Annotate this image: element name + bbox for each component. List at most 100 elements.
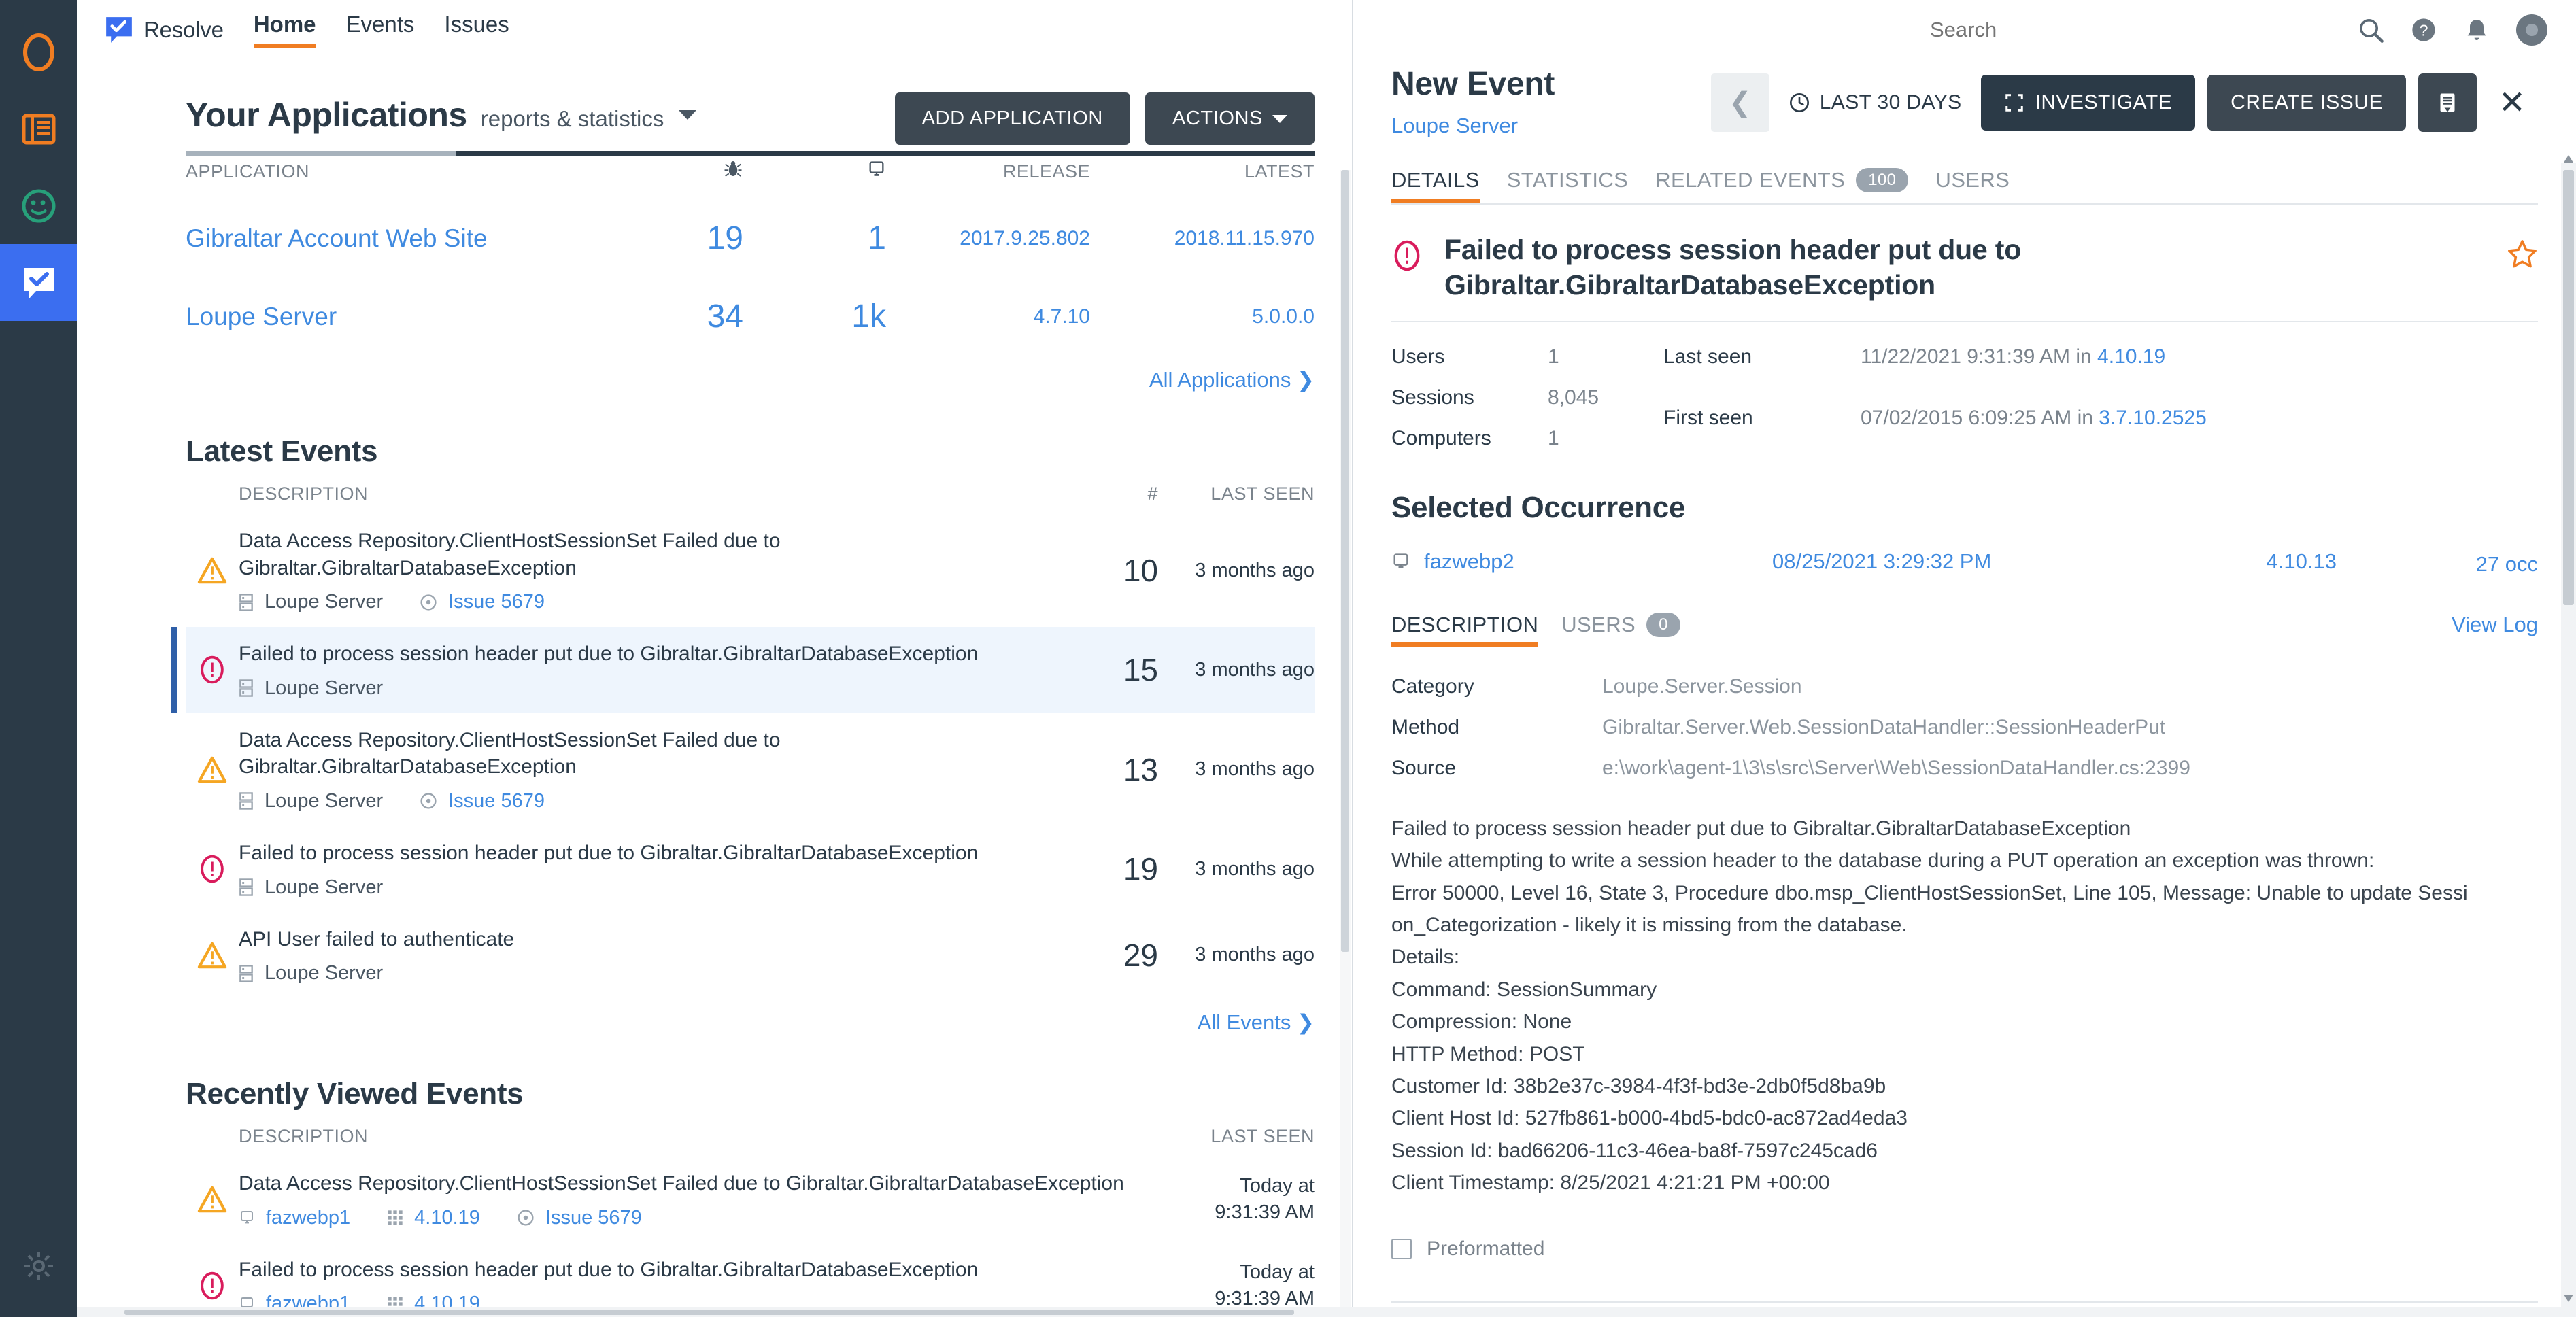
tab-related-events[interactable]: RELATED EVENTS 100 (1655, 168, 1909, 203)
detail-app-link[interactable]: Loupe Server (1391, 114, 1555, 138)
occurrence-version[interactable]: 4.10.13 (2112, 549, 2337, 574)
stat-label: Computers (1391, 426, 1491, 449)
all-applications-link[interactable]: All Applications ❯ (186, 356, 1315, 398)
application-release[interactable]: 2017.9.25.802 (886, 199, 1090, 277)
event-version-link[interactable]: 4.10.19 (414, 1207, 480, 1229)
table-row[interactable]: Gibraltar Account Web Site 19 1 2017.9.2… (186, 199, 1315, 277)
scrollbar-thumb[interactable] (124, 1310, 1294, 1315)
preformatted-toggle[interactable]: Preformatted (1391, 1237, 2538, 1261)
detail-actions: ❮ LAST 30 DAYS INVESTIGATE CREATE ISSUE … (1710, 73, 2538, 132)
tab-details-label: DETAILS (1391, 168, 1480, 192)
add-application-button[interactable]: ADD APPLICATION (894, 92, 1130, 145)
application-bug-count[interactable]: 34 (600, 277, 743, 356)
event-issue-link[interactable]: Issue 5679 (448, 790, 545, 813)
rail-item-settings[interactable] (0, 1235, 77, 1297)
event-last-seen: 3 months ago (1195, 758, 1315, 781)
occurrence-host[interactable]: fazwebp2 (1391, 549, 1772, 574)
application-latest[interactable]: 5.0.0.0 (1090, 277, 1315, 356)
favorite-star-icon[interactable] (2507, 239, 2538, 273)
detail-header: New Event Loupe Server ❮ LAST 30 DAYS IN… (1391, 0, 2538, 138)
nav-item-events[interactable]: Events (346, 12, 415, 48)
sub-tab-users[interactable]: USERS 0 (1561, 612, 1680, 647)
page-title: Your Applications (186, 96, 467, 134)
computer-icon (869, 161, 884, 176)
list-item[interactable]: API User failed to authenticate Loupe Se… (186, 912, 1315, 999)
rail-item-analytics[interactable] (0, 167, 77, 244)
stat-value-link[interactable]: 4.10.19 (2097, 345, 2165, 368)
nav-item-issues[interactable]: Issues (444, 12, 509, 48)
occurrence-count[interactable]: 27 occ (2337, 549, 2538, 580)
preformatted-checkbox[interactable] (1391, 1238, 1412, 1259)
application-latest[interactable]: 2018.11.15.970 (1090, 199, 1315, 277)
application-computer-count[interactable]: 1 (743, 199, 886, 277)
application-bug-count[interactable]: 19 (600, 199, 743, 277)
event-description: API User failed to authenticate (239, 927, 515, 951)
server-icon (239, 593, 253, 611)
horizontal-scrollbar[interactable] (77, 1307, 2576, 1317)
application-name[interactable]: Gibraltar Account Web Site (186, 199, 600, 277)
stat-value-text: 07/02/2015 6:09:25 AM in (1861, 406, 2099, 429)
computer-icon (1393, 553, 1408, 568)
event-issue-link[interactable]: Issue 5679 (448, 591, 545, 613)
chevron-down-icon[interactable] (679, 110, 697, 120)
tab-users[interactable]: USERS (1935, 168, 2010, 203)
scrollbar-thumb[interactable] (1341, 170, 1349, 952)
date-range-selector[interactable]: LAST 30 DAYS (1769, 91, 1981, 114)
list-item[interactable]: Failed to process session header put due… (186, 1243, 1315, 1317)
list-item[interactable]: Data Access Repository.ClientHostSession… (186, 514, 1315, 627)
actions-label: ACTIONS (1172, 107, 1263, 129)
rail-item-loupe-logo[interactable] (0, 14, 77, 90)
description-line: Failed to process session header put due… (1391, 817, 2131, 840)
stat-value-link[interactable]: 3.7.10.2525 (2099, 407, 2206, 429)
nav-item-home[interactable]: Home (253, 12, 316, 48)
all-events-link[interactable]: All Events ❯ (186, 998, 1315, 1040)
create-issue-button[interactable]: CREATE ISSUE (2207, 75, 2406, 131)
event-description: Data Access Repository.ClientHostSession… (239, 1172, 1124, 1195)
archive-button[interactable] (2418, 73, 2477, 132)
event-description: Failed to process session header put due… (239, 643, 979, 666)
event-count: 19 (1123, 851, 1158, 887)
event-title-row: Failed to process session header put due… (1391, 205, 2538, 321)
severity-error-icon (1391, 232, 1444, 275)
occurrence-date[interactable]: 08/25/2021 3:29:32 PM (1772, 549, 2112, 574)
event-issue-link[interactable]: Issue 5679 (545, 1207, 642, 1229)
severity-error-icon (186, 1271, 239, 1300)
event-description: Data Access Repository.ClientHostSession… (239, 728, 781, 779)
field-key: Source (1391, 756, 1457, 779)
rail-item-resolve[interactable] (0, 244, 77, 321)
list-item[interactable]: Data Access Repository.ClientHostSession… (186, 713, 1315, 826)
sub-tab-users-badge: 0 (1646, 612, 1680, 637)
previous-event-button[interactable]: ❮ (1710, 73, 1769, 132)
table-row[interactable]: Loupe Server 34 1k 4.7.10 5.0.0.0 (186, 277, 1315, 356)
application-release[interactable]: 4.7.10 (886, 277, 1090, 356)
event-host-link[interactable]: fazwebp1 (266, 1207, 350, 1229)
event-last-seen: 3 months ago (1195, 944, 1315, 966)
tab-details[interactable]: DETAILS (1391, 168, 1480, 203)
occurrence-host-link[interactable]: fazwebp2 (1424, 549, 1514, 574)
list-item[interactable]: Failed to process session header put due… (186, 826, 1315, 912)
application-computer-count[interactable]: 1k (743, 277, 886, 356)
detail-panel-scrollbar[interactable] (2561, 155, 2576, 1307)
left-icon-rail (0, 0, 77, 1317)
field-value: Loupe.Server.Session (1602, 674, 1802, 698)
close-panel-button[interactable]: ✕ (2486, 73, 2538, 132)
event-stats-right: Last seen 11/22/2021 9:31:39 AM in 4.10.… (1663, 345, 2207, 450)
left-panel-scrollbar[interactable] (1340, 170, 1351, 1317)
scrollbar-thumb[interactable] (2563, 170, 2574, 605)
investigate-button[interactable]: INVESTIGATE (1980, 75, 2196, 131)
list-item[interactable]: Data Access Repository.ClientHostSession… (186, 1157, 1315, 1243)
event-app: Loupe Server (265, 591, 384, 613)
stat-label: First seen (1663, 406, 1753, 429)
main-left-panel: Resolve Home Events Issues Your Applicat… (77, 0, 1352, 1317)
rail-item-documents[interactable] (0, 90, 77, 167)
application-name[interactable]: Loupe Server (186, 277, 600, 356)
tab-statistics[interactable]: STATISTICS (1507, 168, 1629, 203)
actions-button[interactable]: ACTIONS (1145, 92, 1315, 145)
list-item[interactable]: Failed to process session header put due… (171, 627, 1315, 713)
document-icon (22, 114, 55, 144)
check-bubble-icon (106, 17, 132, 43)
scroll-up-arrow-icon[interactable] (2564, 155, 2573, 163)
view-log-link[interactable]: View Log (2452, 613, 2538, 637)
scroll-down-arrow-icon[interactable] (2564, 1295, 2573, 1302)
sub-tab-description[interactable]: DESCRIPTION (1391, 613, 1539, 647)
